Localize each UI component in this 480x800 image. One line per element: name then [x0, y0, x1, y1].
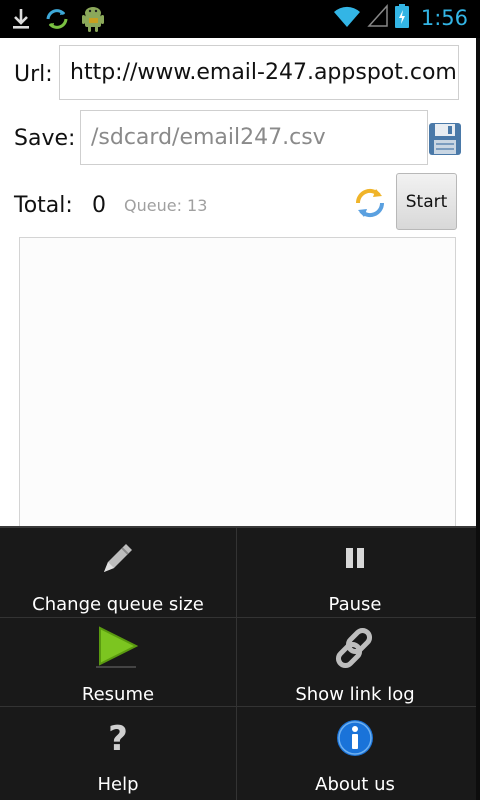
menu-item-about-us[interactable]: About us — [237, 708, 473, 797]
menu-item-resume[interactable]: Resume — [0, 618, 236, 707]
android-icon — [82, 5, 104, 37]
play-icon — [94, 626, 142, 670]
pause-icon — [331, 536, 379, 580]
chain-link-icon — [331, 626, 379, 670]
pencil-icon — [94, 536, 142, 580]
save-path-placeholder: /sdcard/email247.csv — [91, 125, 326, 150]
menu-item-label: Show link log — [295, 684, 415, 705]
menu-item-label: Resume — [81, 684, 155, 705]
url-input-value: http://www.email-247.appspot.com — [70, 60, 457, 85]
total-label: Total: — [14, 193, 73, 218]
save-path-input[interactable]: /sdcard/email247.csv — [80, 110, 428, 165]
menu-item-change-queue-size[interactable]: Change queue size — [0, 528, 236, 617]
sync-icon — [44, 6, 70, 36]
menu-item-show-link-log[interactable]: Show link log — [237, 618, 473, 707]
menu-item-label: About us — [315, 774, 395, 795]
wifi-icon — [333, 4, 361, 32]
queue-status: Queue: 13 — [124, 196, 208, 215]
options-menu: Change queue size Pause Resume Show link… — [0, 526, 476, 800]
save-label: Save: — [14, 126, 76, 151]
status-bar: 1:56 — [0, 0, 480, 38]
total-value: 0 — [92, 193, 106, 218]
menu-item-pause[interactable]: Pause — [237, 528, 473, 617]
svg-text:?: ? — [108, 719, 128, 758]
menu-item-help[interactable]: ? Help — [0, 708, 236, 797]
download-icon — [10, 7, 32, 35]
url-label: Url: — [14, 62, 53, 87]
battery-icon — [394, 4, 409, 32]
signal-icon — [367, 4, 389, 32]
start-button[interactable]: Start — [396, 173, 457, 230]
floppy-disk-icon[interactable] — [428, 122, 462, 160]
window-edge — [476, 38, 480, 800]
clock: 1:56 — [420, 6, 468, 30]
refresh-icon[interactable] — [352, 185, 388, 225]
info-icon — [331, 716, 379, 760]
menu-item-label: Pause — [328, 594, 382, 615]
menu-item-label: Help — [97, 774, 139, 795]
log-output-area[interactable] — [19, 237, 456, 537]
menu-item-label: Change queue size — [32, 594, 204, 615]
question-icon: ? — [94, 716, 142, 760]
url-input[interactable]: http://www.email-247.appspot.com — [59, 45, 459, 100]
